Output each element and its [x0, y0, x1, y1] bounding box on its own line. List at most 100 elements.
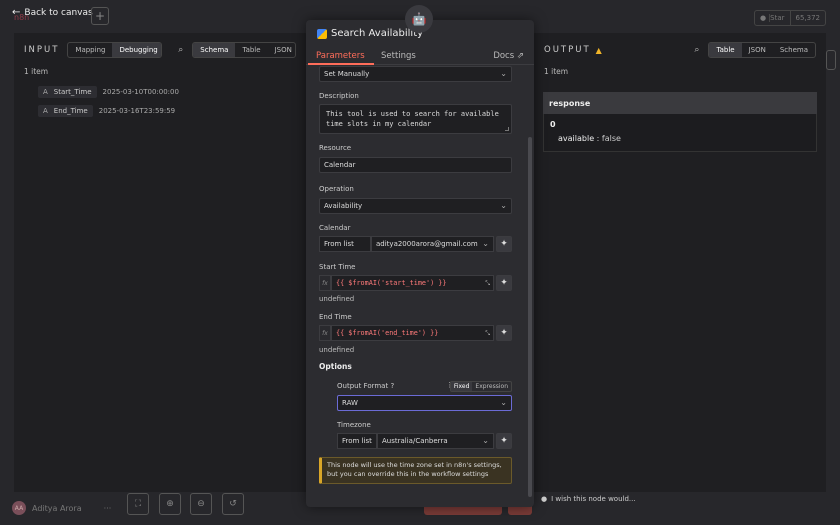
- schema-field-row: A Start_Time 2025-03-10T00:00:00: [38, 86, 306, 98]
- github-star-button[interactable]: ● Star 65,372: [754, 10, 826, 26]
- output-item-count: 1 item: [544, 67, 569, 76]
- ai-sparkle-icon[interactable]: ✦: [496, 433, 512, 449]
- tab-settings[interactable]: Settings: [381, 51, 416, 61]
- zoom-out-icon[interactable]: ⊖: [190, 493, 212, 515]
- ai-sparkle-icon[interactable]: ✦: [496, 325, 512, 341]
- output-format-label: Output Format ?: [337, 382, 395, 390]
- table-row: 0 available : false: [543, 114, 817, 152]
- input-panel-title: INPUT: [24, 45, 60, 55]
- schema-field-pill[interactable]: A Start_Time: [38, 86, 97, 98]
- table-column-header: response: [543, 92, 817, 114]
- scrollbar-thumb[interactable]: [528, 137, 532, 497]
- ai-sparkle-icon[interactable]: ✦: [496, 275, 512, 291]
- calendar-mode-select[interactable]: From list: [319, 236, 371, 252]
- fit-view-icon[interactable]: ⛶: [127, 493, 149, 515]
- resource-label: Resource: [319, 144, 352, 152]
- output-panel-title: OUTPUT: [544, 45, 591, 55]
- resource-select[interactable]: Calendar: [319, 157, 512, 173]
- avatar: AA: [12, 501, 26, 515]
- back-to-canvas-button[interactable]: ← Back to canvas: [12, 7, 93, 18]
- search-icon[interactable]: ⌕: [694, 45, 699, 55]
- warning-icon: ▲: [595, 45, 602, 55]
- operation-select[interactable]: Availability ⌄: [319, 198, 512, 214]
- tab-debugging[interactable]: Debugging: [112, 43, 162, 57]
- calendar-value-select[interactable]: aditya2000arora@gmail.com ⌄: [371, 236, 494, 252]
- tab-table[interactable]: Table: [709, 43, 742, 57]
- timezone-value-select[interactable]: Australia/Canberra ⌄: [377, 433, 494, 449]
- schema-field-value: 2025-03-10T00:00:00: [102, 88, 179, 96]
- expand-icon[interactable]: ⤡: [485, 330, 490, 338]
- ai-sparkle-icon[interactable]: ✦: [496, 236, 512, 252]
- input-item-count: 1 item: [24, 67, 49, 76]
- fixed-option[interactable]: Fixed: [450, 382, 473, 391]
- more-options-icon[interactable]: ···: [104, 504, 112, 513]
- tab-schema[interactable]: Schema: [773, 43, 815, 57]
- start-time-input[interactable]: {{ $fromAI('start_time') }} ⤡: [331, 275, 494, 291]
- undo-icon[interactable]: ↺: [222, 493, 244, 515]
- tab-json[interactable]: JSON: [268, 43, 295, 57]
- github-star-label: Star: [769, 14, 785, 22]
- modal-tabs: Parameters Settings Docs ⇗: [306, 48, 534, 65]
- scrollbar[interactable]: [528, 67, 532, 507]
- fixed-expression-toggle: Fixed Expression: [449, 381, 512, 392]
- external-link-icon: ⇗: [516, 51, 524, 61]
- resize-handle-icon[interactable]: [505, 127, 509, 131]
- schema-field-name: End_Time: [53, 107, 88, 115]
- calendar-picker: From list aditya2000arora@gmail.com ⌄ ✦: [319, 236, 512, 252]
- tab-mapping[interactable]: Mapping: [68, 43, 112, 57]
- start-time-expression: fx {{ $fromAI('start_time') }} ⤡ ✦: [319, 275, 512, 291]
- active-tab-indicator: [308, 63, 374, 65]
- end-time-expression: fx {{ $fromAI('end_time') }} ⤡ ✦: [319, 325, 512, 341]
- help-icon[interactable]: ?: [390, 382, 394, 390]
- string-type-icon: A: [43, 107, 48, 115]
- operation-label: Operation: [319, 185, 354, 193]
- tab-json[interactable]: JSON: [742, 43, 773, 57]
- arrow-left-icon: ←: [12, 7, 21, 18]
- result-value: false: [601, 134, 621, 143]
- description-textarea[interactable]: This tool is used to search for availabl…: [319, 104, 512, 134]
- tab-table[interactable]: Table: [235, 43, 267, 57]
- output-format-select[interactable]: RAW ⌄: [337, 395, 512, 411]
- modal-title: Search Availability: [317, 28, 423, 39]
- input-panel: INPUT Mapping Debugging ⌕ Schema Table J…: [14, 33, 306, 492]
- timezone-mode-select[interactable]: From list: [337, 433, 377, 449]
- timezone-picker: From list Australia/Canberra ⌄ ✦: [337, 433, 512, 449]
- schema-field-name: Start_Time: [53, 88, 92, 96]
- start-time-label: Start Time: [319, 263, 356, 271]
- output-panel: OUTPUT ▲ ⌕ Table JSON Schema 1 item resp…: [534, 33, 826, 492]
- robot-icon: 🤖: [405, 5, 433, 33]
- schema-field-row: A End_Time 2025-03-16T23:59:59: [38, 105, 306, 117]
- chevron-down-icon: ⌄: [500, 201, 507, 210]
- lightbulb-icon: ●: [541, 495, 548, 503]
- feedback-link[interactable]: ● I wish this node would...: [541, 495, 636, 503]
- fx-icon: fx: [319, 275, 331, 291]
- node-settings-modal: Search Availability Parameters Settings …: [306, 20, 534, 507]
- chevron-down-icon: ⌄: [482, 239, 489, 248]
- key-value: available : false: [558, 134, 621, 143]
- tab-schema[interactable]: Schema: [193, 43, 236, 57]
- calendar-label: Calendar: [319, 224, 351, 232]
- input-mode-toggle: Mapping Debugging: [67, 42, 163, 58]
- zoom-in-icon[interactable]: ⊕: [159, 493, 181, 515]
- search-icon[interactable]: ⌕: [178, 45, 183, 55]
- result-key: available: [558, 134, 595, 143]
- string-type-icon: A: [43, 88, 48, 96]
- panel-edge-handle[interactable]: [826, 50, 836, 70]
- add-node-button[interactable]: +: [91, 7, 109, 25]
- expression-option[interactable]: Expression: [472, 382, 511, 391]
- output-view-toggle: Table JSON Schema: [708, 42, 816, 58]
- back-to-canvas-label: Back to canvas: [24, 7, 93, 18]
- end-time-label: End Time: [319, 313, 352, 321]
- tab-parameters[interactable]: Parameters: [316, 51, 365, 61]
- user-menu[interactable]: AA Aditya Arora ···: [12, 501, 111, 515]
- schema-field-pill[interactable]: A End_Time: [38, 105, 93, 117]
- tool-description-select[interactable]: Set Manually ⌄: [319, 66, 512, 82]
- docs-link[interactable]: Docs ⇗: [493, 51, 524, 61]
- timezone-notice: This node will use the time zone set in …: [319, 457, 512, 484]
- input-view-toggle: Schema Table JSON: [192, 42, 296, 58]
- expand-icon[interactable]: ⤡: [485, 280, 490, 288]
- end-time-input[interactable]: {{ $fromAI('end_time') }} ⤡: [331, 325, 494, 341]
- fx-icon: fx: [319, 325, 331, 341]
- user-name: Aditya Arora: [32, 503, 82, 513]
- start-time-hint: undefined: [319, 295, 355, 303]
